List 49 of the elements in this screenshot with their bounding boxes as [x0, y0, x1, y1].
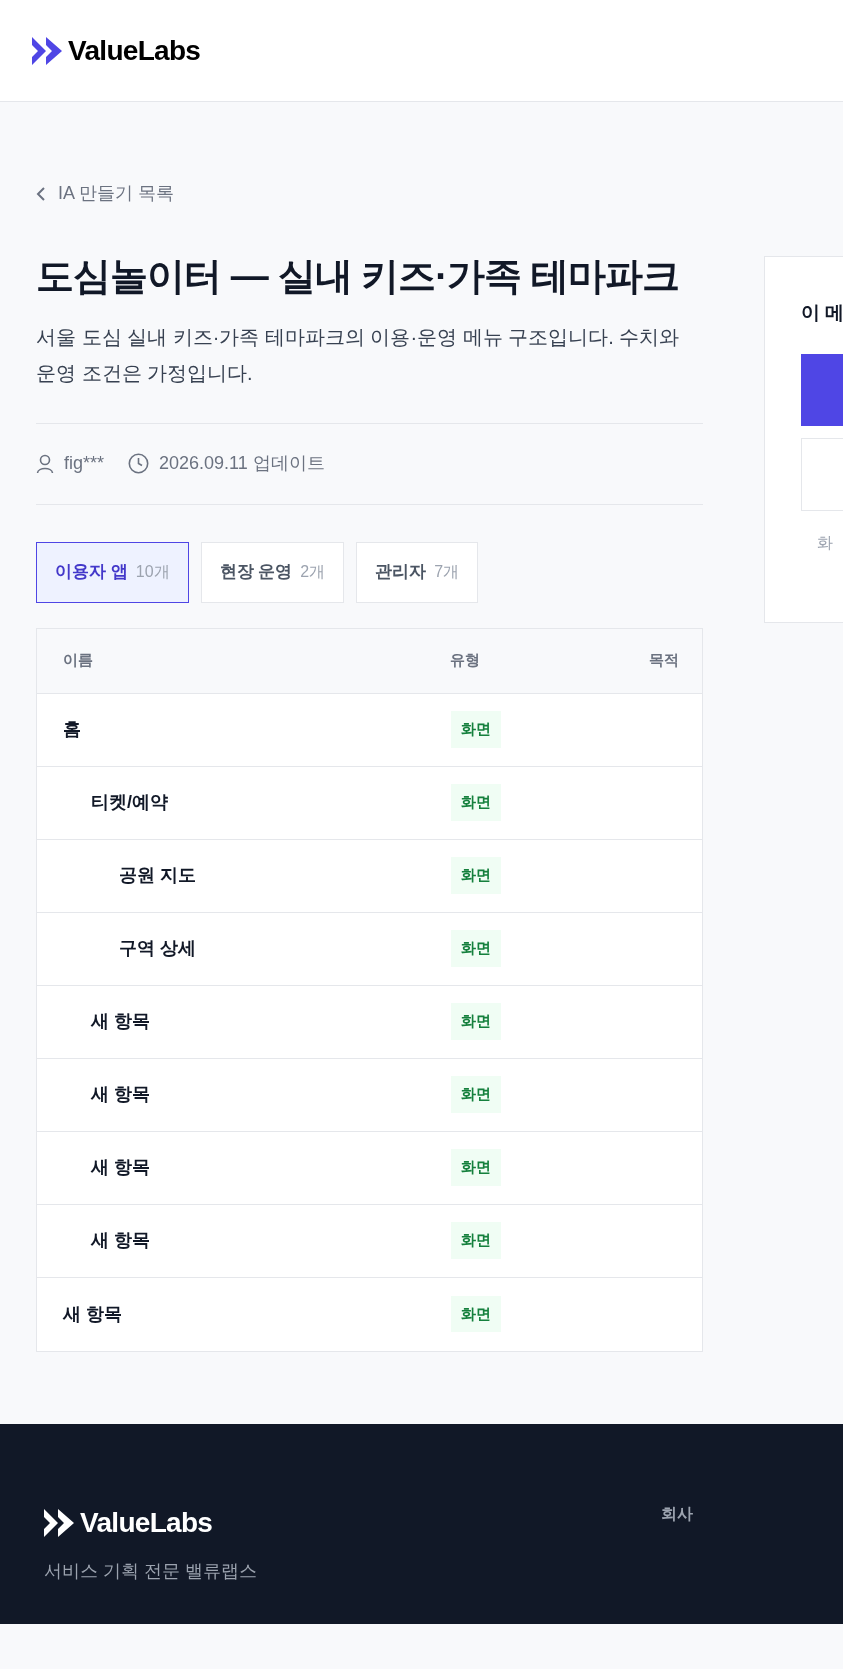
back-link[interactable]: IA 만들기 목록 — [36, 180, 703, 207]
logo-icon — [44, 1508, 74, 1537]
item-name: 새 항목 — [63, 1303, 122, 1324]
panel-title: 이 메 — [801, 301, 843, 325]
table-row[interactable]: 새 항목 화면 — [37, 985, 702, 1059]
chevron-left-icon — [36, 186, 46, 201]
table-row[interactable]: 홈 화면 — [37, 693, 702, 767]
table-row[interactable]: 새 항목 화면 — [37, 1131, 702, 1205]
user-icon — [36, 453, 54, 474]
type-badge: 화면 — [451, 1149, 501, 1186]
footer-column-heading: 회사 — [661, 1503, 693, 1524]
updated-date: 2026.09.11 업데이트 — [159, 452, 325, 475]
type-badge: 화면 — [451, 1295, 501, 1333]
type-badge: 화면 — [451, 1003, 501, 1040]
type-badge: 화면 — [451, 784, 501, 821]
page-title: 도심놀이터 — 실내 키즈·가족 테마파크 — [36, 254, 680, 299]
tab[interactable]: 이용자 앱 10개 — [36, 541, 189, 603]
table-row[interactable]: 새 항목 화면 — [37, 1204, 702, 1278]
item-name: 새 항목 — [91, 1011, 150, 1031]
footer-logo-text[interactable]: ValueLabs — [80, 1501, 213, 1544]
tab[interactable]: 현장 운영 2개 — [200, 541, 345, 603]
item-name: 티켓/예약 — [91, 792, 168, 812]
panel-note: 화 — [816, 532, 834, 553]
item-name: 새 항목 — [91, 1157, 150, 1177]
table-row[interactable]: 새 항목 화면 — [37, 1058, 702, 1132]
logo-icon — [32, 36, 62, 65]
table-row[interactable]: 새 항목 화면 — [37, 1277, 702, 1351]
item-name: 새 항목 — [91, 1230, 150, 1250]
type-badge: 화면 — [451, 857, 501, 894]
tab[interactable]: 관리자 7개 — [356, 541, 479, 603]
column-header: 목적 — [649, 651, 680, 669]
type-badge: 화면 — [451, 930, 501, 967]
type-badge: 화면 — [451, 1222, 501, 1259]
table-row[interactable]: 구역 상세 화면 — [37, 912, 702, 986]
item-name: 구역 상세 — [119, 938, 196, 958]
item-name: 홈 — [63, 719, 81, 739]
author-name: fig*** — [64, 452, 105, 475]
column-header: 이름 — [63, 651, 93, 669]
type-badge: 화면 — [451, 1076, 501, 1113]
footer-tagline: 서비스 기획 전문 밸류랩스 — [44, 1559, 258, 1583]
table-row[interactable]: 공원 지도 화면 — [37, 839, 702, 913]
type-badge: 화면 — [451, 711, 501, 748]
item-name: 공원 지도 — [119, 865, 196, 885]
item-name: 새 항목 — [91, 1084, 150, 1104]
table-row[interactable]: 티켓/예약 화면 — [37, 766, 702, 840]
clock-icon — [128, 453, 150, 474]
logo-text[interactable]: ValueLabs — [68, 29, 201, 72]
page-description: 서울 도심 실내 키즈·가족 테마파크의 이용·운영 메뉴 구조입니다. 수치와 운영 조건은 가정입니다. — [36, 324, 681, 386]
column-header: 유형 — [449, 651, 480, 669]
